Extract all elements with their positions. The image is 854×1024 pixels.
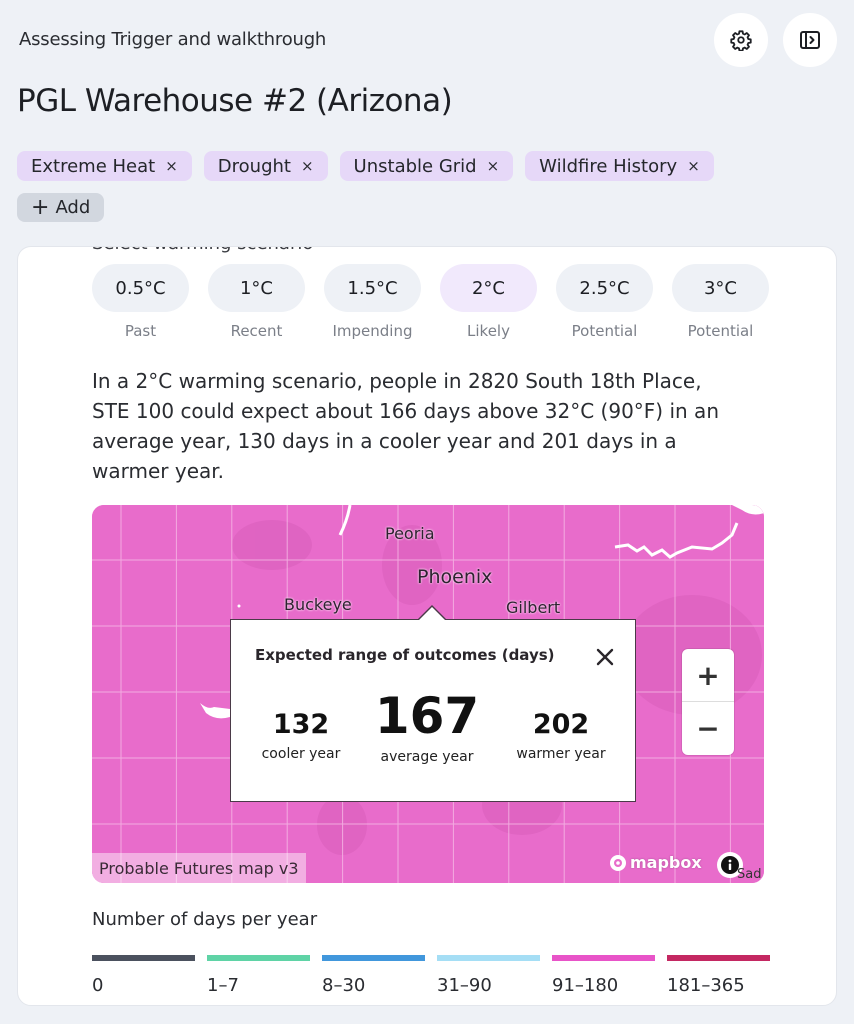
section-label: Select warming scenario (92, 247, 313, 254)
legend-item-91-180: 91–180 (552, 955, 655, 996)
tag-extreme-heat[interactable]: Extreme Heat × (17, 151, 192, 181)
legend-label: 0 (92, 975, 104, 996)
tag-list: Extreme Heat × Drought × Unstable Grid ×… (17, 151, 817, 181)
legend-swatch (322, 955, 425, 961)
scenario-2-5c[interactable]: 2.5°C Potential (556, 264, 653, 340)
scenario-desc: Past (124, 322, 157, 340)
legend-item-31-90: 31–90 (437, 955, 540, 996)
page-subtitle: Assessing Trigger and walkthrough (19, 29, 327, 50)
toggle-panel-button[interactable] (783, 13, 837, 67)
cooler-year-label: cooler year (261, 746, 341, 762)
scenario-2c[interactable]: 2°C Likely (440, 264, 537, 340)
zoom-out-button[interactable]: − (682, 702, 734, 754)
scenario-pill[interactable]: 1.5°C (324, 264, 421, 312)
scenario-3c[interactable]: 3°C Potential (672, 264, 769, 340)
scenario-pill[interactable]: 1°C (208, 264, 305, 312)
add-tag-label: Add (55, 197, 91, 218)
warmer-year-stat: 202 warmer year (501, 709, 621, 762)
average-year-value: 167 (374, 687, 480, 745)
scenario-1c[interactable]: 1°C Recent (208, 264, 305, 340)
scenario-pill[interactable]: 0.5°C (92, 264, 189, 312)
map-label-buckeye: Buckeye (284, 595, 352, 614)
map-zoom-control: + − (682, 649, 734, 755)
average-year-label: average year (380, 749, 474, 765)
outcomes-popup: Expected range of outcomes (days) 132 co… (230, 605, 636, 802)
map-label-gilbert: Gilbert (506, 598, 561, 617)
legend-title: Number of days per year (92, 909, 318, 930)
add-tag-button[interactable]: + Add (17, 193, 105, 222)
tag-label: Drought (217, 155, 291, 177)
remove-tag-icon[interactable]: × (687, 157, 700, 175)
page-title: PGL Warehouse #2 (Arizona) (17, 83, 453, 119)
legend-swatch (437, 955, 540, 961)
remove-tag-icon[interactable]: × (487, 157, 500, 175)
legend-label: 181–365 (667, 975, 745, 996)
scenario-desc: Likely (467, 322, 510, 340)
scenario-desc: Recent (230, 322, 283, 340)
tag-unstable-grid[interactable]: Unstable Grid × (339, 151, 514, 181)
scenario-pill[interactable]: 3°C (672, 264, 769, 312)
average-year-stat: 167 average year (371, 687, 483, 765)
mapbox-logo[interactable]: mapbox (609, 853, 702, 872)
map-label-partial: Sad (737, 867, 762, 882)
scenario-pill-selected[interactable]: 2°C (440, 264, 537, 312)
scenario-selector: 0.5°C Past 1°C Recent 1.5°C Impending 2°… (92, 264, 769, 340)
warmer-year-label: warmer year (516, 746, 606, 762)
legend-item-181-365: 181–365 (667, 955, 770, 996)
legend-item-1-7: 1–7 (207, 955, 310, 996)
legend-swatch (207, 955, 310, 961)
legend-item-0: 0 (92, 955, 195, 996)
scenario-description: In a 2°C warming scenario, people in 282… (92, 369, 719, 483)
close-popup-button[interactable] (594, 646, 618, 670)
tag-drought[interactable]: Drought × (203, 151, 328, 181)
map-label-peoria: Peoria (385, 524, 435, 543)
cooler-year-value: 132 (272, 709, 330, 740)
gear-icon (730, 30, 752, 51)
legend-label: 1–7 (207, 975, 239, 996)
legend-label: 8–30 (322, 975, 366, 996)
legend-label: 31–90 (437, 975, 492, 996)
legend-swatch (92, 955, 195, 961)
zoom-in-button[interactable]: + (682, 649, 734, 701)
tag-label: Extreme Heat (31, 155, 156, 177)
scenario-desc: Potential (571, 322, 638, 340)
heat-map[interactable]: Peoria Phoenix Buckeye Gilbert Expected … (92, 505, 764, 883)
map-legend: 0 1–7 8–30 31–90 91–180 181–365 (92, 955, 770, 996)
sidebar-expand-icon (800, 31, 820, 49)
map-label-phoenix: Phoenix (417, 566, 493, 588)
scenario-desc: Potential (687, 322, 754, 340)
scenario-1-5c[interactable]: 1.5°C Impending (324, 264, 421, 340)
tag-label: Unstable Grid (353, 155, 477, 177)
legend-swatch (552, 955, 655, 961)
legend-item-8-30: 8–30 (322, 955, 425, 996)
settings-button[interactable] (714, 13, 768, 67)
scenario-0-5c[interactable]: 0.5°C Past (92, 264, 189, 340)
mapbox-wordmark: mapbox (630, 853, 702, 872)
plus-icon: + (31, 194, 50, 220)
remove-tag-icon[interactable]: × (165, 157, 178, 175)
map-attribution: Probable Futures map v3 (92, 853, 306, 883)
popup-title: Expected range of outcomes (days) (255, 646, 555, 664)
close-icon (596, 648, 614, 666)
mapbox-icon (610, 854, 626, 871)
popup-pointer (419, 607, 445, 620)
warmer-year-value: 202 (532, 709, 590, 740)
scenario-desc: Impending (332, 322, 413, 340)
scenario-pill[interactable]: 2.5°C (556, 264, 653, 312)
cooler-year-stat: 132 cooler year (251, 709, 351, 762)
remove-tag-icon[interactable]: × (301, 157, 314, 175)
legend-swatch (667, 955, 770, 961)
tag-wildfire-history[interactable]: Wildfire History × (525, 151, 714, 181)
tag-label: Wildfire History (539, 155, 678, 177)
legend-label: 91–180 (552, 975, 619, 996)
scenario-card: Select warming scenario 0.5°C Past 1°C R… (17, 246, 837, 1006)
